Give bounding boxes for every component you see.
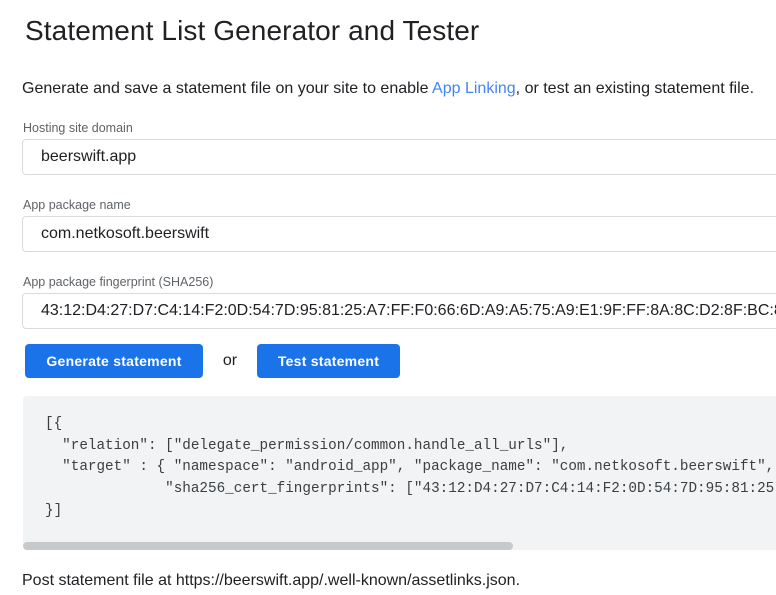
statement-output-panel: [{ "relation": ["delegate_permission/com… <box>23 396 776 550</box>
hosting-site-domain-input[interactable] <box>22 139 776 175</box>
post-statement-instruction: Post statement file at https://beerswift… <box>22 571 776 590</box>
test-statement-button[interactable]: Test statement <box>257 344 400 378</box>
app-package-fingerprint-input[interactable] <box>22 293 776 329</box>
or-label: or <box>203 352 257 370</box>
app-linking-link[interactable]: App Linking <box>432 80 516 97</box>
horizontal-scrollbar-thumb[interactable] <box>23 542 513 550</box>
subtitle-text-before: Generate and save a statement file on yo… <box>22 80 432 97</box>
page-subtitle: Generate and save a statement file on yo… <box>22 79 776 98</box>
app-package-name-label: App package name <box>23 198 776 213</box>
action-button-row: Generate statement or Test statement <box>25 344 776 378</box>
statement-list-generator-page: Statement List Generator and Tester Gene… <box>0 0 776 590</box>
app-package-fingerprint-label: App package fingerprint (SHA256) <box>23 275 776 290</box>
page-title: Statement List Generator and Tester <box>25 14 776 48</box>
hosting-site-domain-label: Hosting site domain <box>23 121 776 136</box>
app-package-name-input[interactable] <box>22 216 776 252</box>
subtitle-text-after: , or test an existing statement file. <box>516 80 754 97</box>
generate-statement-button[interactable]: Generate statement <box>25 344 203 378</box>
statement-json-code: [{ "relation": ["delegate_permission/com… <box>23 396 776 523</box>
